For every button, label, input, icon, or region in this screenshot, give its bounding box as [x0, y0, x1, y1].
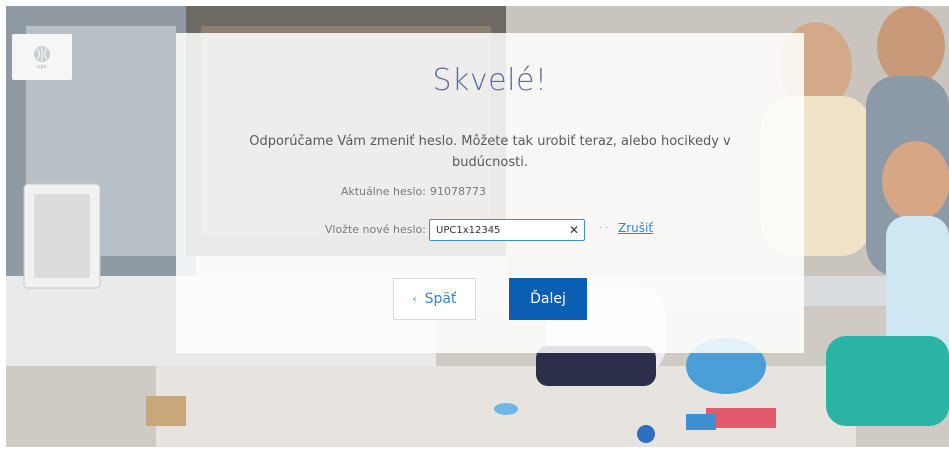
back-button-label: Späť [424, 291, 457, 307]
next-button[interactable]: Ďalej [509, 278, 587, 320]
current-password-label: Aktuálne heslo: [340, 185, 426, 198]
chevron-left-icon: ‹ [412, 293, 417, 305]
new-password-label: Vložte nové heslo: [324, 223, 426, 236]
screen: upc Skvelé! Odporúčame Vám zmeniť heslo.… [6, 6, 949, 447]
current-password-value: 91078773 [430, 185, 486, 198]
cancel-link[interactable]: Zrušiť [618, 221, 653, 235]
upc-logo-icon [34, 45, 50, 62]
upc-logo-text: upc [37, 63, 47, 70]
dialog-description: Odporúčame Vám zmeniť heslo. Môžete tak … [249, 134, 731, 170]
change-password-dialog: Skvelé! Odporúčame Vám zmeniť heslo. Môž… [176, 33, 804, 353]
next-button-label: Ďalej [530, 291, 566, 307]
close-icon[interactable]: ✕ [566, 221, 582, 239]
new-password-input[interactable] [429, 219, 585, 241]
current-password-row: Aktuálne heslo: 91078773 [324, 185, 624, 198]
upc-logo: upc [12, 34, 72, 80]
back-button[interactable]: ‹ Späť [393, 278, 476, 320]
dialog-title: Skvelé! [432, 63, 548, 98]
separator-dots: ·· [599, 223, 612, 234]
new-password-row: Vložte nové heslo: ✕ ·· Zrušiť [324, 219, 724, 243]
